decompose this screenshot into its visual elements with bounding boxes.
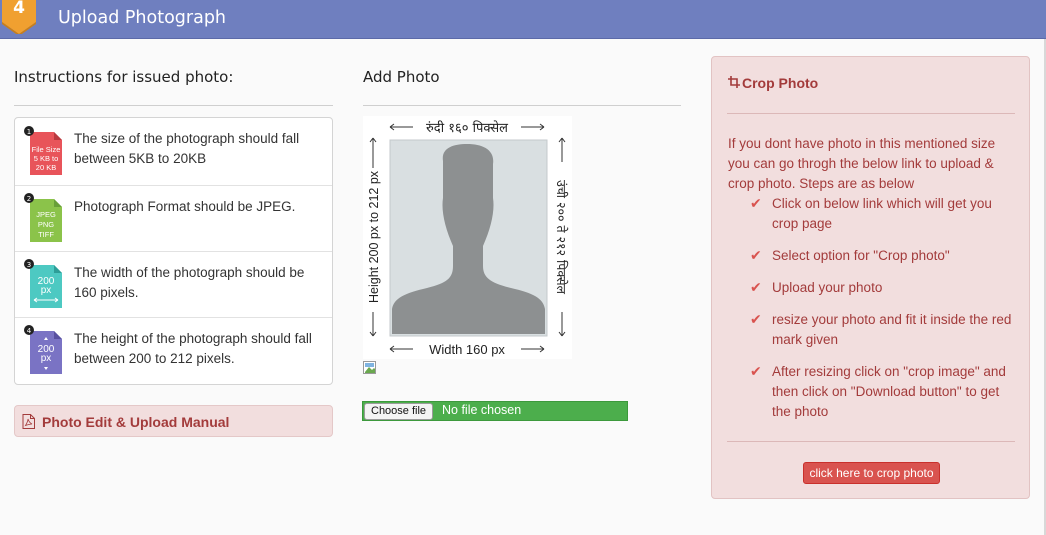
right-height-label: उंची २०० ते २१२ पिक्सेल — [554, 180, 569, 295]
height-icon: 4 200 px — [24, 325, 62, 374]
step-text: resize your photo and fit it inside the … — [772, 312, 1012, 347]
page-title: Upload Photograph — [58, 8, 227, 28]
add-photo-divider — [363, 105, 681, 106]
pdf-file-icon — [22, 414, 35, 429]
icon-caption: px — [41, 285, 52, 296]
crop-panel-divider — [727, 113, 1015, 114]
crop-photo-panel: Crop Photo If you dont have photo in thi… — [711, 56, 1030, 499]
list-item: 3 200 px The width of the photograph sho… — [15, 251, 332, 317]
list-item: ✔ Upload your photo — [750, 278, 1020, 298]
instructions-list: 1 File Size 5 KB to 20 KB The size of th… — [14, 117, 333, 385]
crop-photo-link-button[interactable]: click here to crop photo — [803, 462, 940, 484]
list-item: ✔ resize your photo and fit it inside the… — [750, 310, 1020, 350]
list-item: 1 File Size 5 KB to 20 KB The size of th… — [15, 118, 332, 185]
list-item: 4 200 px The height of the photograph sh… — [15, 317, 332, 384]
instructions-divider — [14, 105, 333, 106]
step-text: Select option for "Crop photo" — [772, 248, 950, 263]
list-item: ✔ Click on below link which will get you … — [750, 194, 1020, 234]
list-item: 2 JPEG PNG TIFF Photograph Format should… — [15, 185, 332, 251]
item-number: 2 — [27, 195, 31, 203]
photo-manual-label: Photo Edit & Upload Manual — [42, 414, 230, 430]
icon-caption: File Size — [32, 145, 61, 154]
file-format-icon: 2 JPEG PNG TIFF — [24, 193, 62, 242]
crop-intro-text: If you dont have photo in this mentioned… — [728, 136, 996, 191]
step-text: Upload your photo — [772, 280, 883, 295]
broken-image-icon — [363, 361, 376, 374]
width-icon: 3 200 px — [24, 259, 62, 308]
photo-size-guide: रुंदी १६० पिक्सेल Height 200 px to 212 p… — [363, 116, 572, 359]
check-icon: ✔ — [750, 280, 762, 296]
instruction-text: The height of the photograph should fall… — [74, 331, 312, 366]
icon-caption: 5 KB to — [34, 154, 59, 163]
crop-icon — [728, 76, 740, 88]
item-number: 3 — [27, 261, 31, 269]
photo-file-input[interactable]: Choose file No file chosen — [362, 401, 628, 421]
check-icon: ✔ — [750, 312, 762, 328]
choose-file-button[interactable]: Choose file — [364, 403, 434, 420]
bottom-width-label: Width 160 px — [429, 342, 505, 357]
photo-manual-button[interactable]: Photo Edit & Upload Manual — [14, 405, 333, 437]
icon-caption: px — [41, 353, 52, 364]
crop-steps-list: ✔ Click on below link which will get you … — [750, 194, 1020, 434]
step-badge: 4 — [2, 0, 36, 34]
item-number: 1 — [27, 128, 31, 136]
crop-panel-divider — [727, 441, 1015, 442]
check-icon: ✔ — [750, 364, 762, 380]
photo-guide-diagram: रुंदी १६० पिक्सेल Height 200 px to 212 p… — [367, 120, 569, 357]
file-status-text: No file chosen — [442, 403, 522, 417]
instruction-text: Photograph Format should be JPEG. — [74, 199, 296, 214]
list-item: ✔ Select option for "Crop photo" — [750, 246, 1020, 266]
instructions-title: Instructions for issued photo: — [14, 68, 234, 86]
step-text: After resizing click on "crop image" and… — [772, 364, 1006, 419]
icon-caption: 20 KB — [36, 163, 56, 172]
icon-caption: JPEG — [36, 210, 56, 219]
crop-panel-title: Crop Photo — [742, 75, 819, 91]
check-icon: ✔ — [750, 196, 762, 212]
item-number: 4 — [27, 327, 32, 335]
icon-caption: PNG — [38, 220, 54, 229]
section-header: 4 Upload Photograph — [0, 0, 1046, 39]
file-size-icon: 1 File Size 5 KB to 20 KB — [24, 126, 62, 175]
list-item: ✔ After resizing click on "crop image" an… — [750, 362, 1020, 422]
step-number: 4 — [13, 0, 25, 18]
crop-panel-heading: Crop Photo — [728, 75, 818, 93]
icon-caption: TIFF — [38, 230, 54, 239]
step-text: Click on below link which will get you c… — [772, 196, 992, 231]
check-icon: ✔ — [750, 248, 762, 264]
add-photo-title: Add Photo — [363, 68, 440, 86]
top-width-label: रुंदी १६० पिक्सेल — [426, 120, 508, 136]
instruction-text: The width of the photograph should be 16… — [74, 265, 305, 300]
instruction-text: The size of the photograph should fall b… — [74, 131, 300, 166]
left-height-label: Height 200 px to 212 px — [367, 170, 381, 303]
